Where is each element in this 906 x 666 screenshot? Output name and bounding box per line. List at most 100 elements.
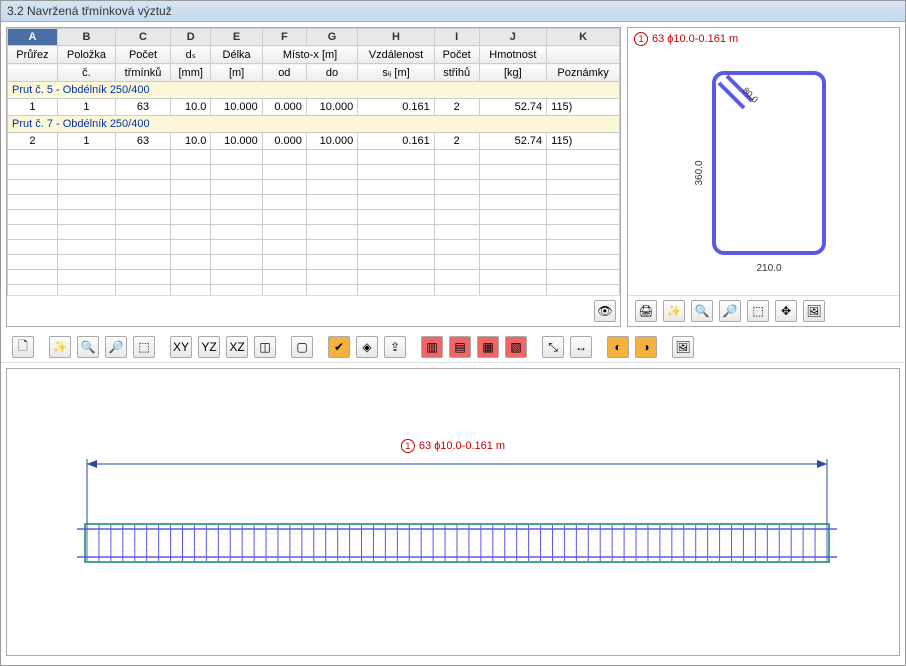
- cell[interactable]: 10.000: [306, 99, 357, 116]
- col-letter[interactable]: K: [547, 29, 620, 46]
- col-header: Položka: [57, 46, 115, 64]
- cell[interactable]: 0.161: [358, 133, 434, 150]
- cell[interactable]: 2: [434, 133, 479, 150]
- select-icon[interactable]: ⬚: [747, 300, 769, 322]
- main-toolbar: 🗋 ✨ 🔍 🔎 ⬚ XY YZ XZ ◫ ▢ ✔ ◈ ⇪ ▥ ▤ ▦ ▧ ⤡ ↔…: [1, 332, 905, 363]
- section-label: 1 63 ɸ10.0-0.161 m: [628, 28, 899, 50]
- table-row[interactable]: 116310.010.0000.00010.0000.161252.74115): [8, 99, 620, 116]
- table-row: [8, 180, 620, 195]
- col-subheader: č.: [57, 64, 115, 82]
- tb-cube-icon[interactable]: ◫: [254, 336, 276, 358]
- table-row: [8, 150, 620, 165]
- cell[interactable]: 63: [115, 99, 170, 116]
- cell[interactable]: 1: [57, 133, 115, 150]
- section-number: 1: [634, 32, 648, 46]
- col-subheader: Poznámky: [547, 64, 620, 82]
- cell[interactable]: 2: [8, 133, 58, 150]
- section-text: 63 ɸ10.0-0.161 m: [652, 33, 738, 45]
- cell[interactable]: 1: [8, 99, 58, 116]
- cell[interactable]: 10.000: [211, 133, 262, 150]
- table-row: [8, 210, 620, 225]
- tb-yz-icon[interactable]: YZ: [198, 336, 220, 358]
- col-letter[interactable]: C: [115, 29, 170, 46]
- col-header: [547, 46, 620, 64]
- col-header: Místo-x [m]: [262, 46, 357, 64]
- cell[interactable]: 2: [434, 99, 479, 116]
- col-letter[interactable]: J: [479, 29, 547, 46]
- tb-xz-icon[interactable]: XZ: [226, 336, 248, 358]
- tb-c3-icon[interactable]: ▦: [477, 336, 499, 358]
- tb-box-icon[interactable]: ▢: [291, 336, 313, 358]
- tb-wand-icon[interactable]: ✨: [49, 336, 71, 358]
- cell[interactable]: 63: [115, 133, 170, 150]
- arrows-icon[interactable]: ✥: [775, 300, 797, 322]
- cell[interactable]: 10.000: [211, 99, 262, 116]
- table-row[interactable]: 216310.010.0000.00010.0000.161252.74115): [8, 133, 620, 150]
- col-letter[interactable]: A: [8, 29, 58, 46]
- tb-c2-icon[interactable]: ▤: [449, 336, 471, 358]
- tb-img-icon[interactable]: 🖼: [672, 336, 694, 358]
- pic-icon[interactable]: 🖼: [803, 300, 825, 322]
- col-subheader: [mm]: [171, 64, 211, 82]
- table-row: [8, 255, 620, 270]
- col-subheader: do: [306, 64, 357, 82]
- col-letter[interactable]: D: [171, 29, 211, 46]
- col-subheader: [8, 64, 58, 82]
- print-icon[interactable]: 🖨: [635, 300, 657, 322]
- col-letter[interactable]: I: [434, 29, 479, 46]
- cell[interactable]: 10.0: [171, 99, 211, 116]
- stirrup-table[interactable]: ABCDEFGHIJKPrůřezPoložkaPočetdₛDélkaMíst…: [7, 28, 620, 295]
- group-header: Prut č. 5 - Obdélník 250/400: [8, 82, 620, 99]
- tb-check-icon[interactable]: ✔: [328, 336, 350, 358]
- tb-new-icon[interactable]: 🗋: [12, 336, 34, 358]
- col-header: Průřez: [8, 46, 58, 64]
- tb-c1-icon[interactable]: ▥: [421, 336, 443, 358]
- tb-export-icon[interactable]: ⇪: [384, 336, 406, 358]
- tb-dim-icon[interactable]: ↔: [570, 336, 592, 358]
- eye-icon[interactable]: 👁: [594, 300, 616, 322]
- cell[interactable]: 52.74: [479, 133, 547, 150]
- tb-c4-icon[interactable]: ▧: [505, 336, 527, 358]
- search-icon[interactable]: 🔍: [691, 300, 713, 322]
- cell[interactable]: 115): [547, 99, 620, 116]
- data-table-pane: ABCDEFGHIJKPrůřezPoložkaPočetdₛDélkaMíst…: [6, 27, 621, 327]
- table-row: [8, 285, 620, 296]
- tb-zoom-icon[interactable]: 🔎: [105, 336, 127, 358]
- col-header: Hmotnost: [479, 46, 547, 64]
- col-letter[interactable]: F: [262, 29, 306, 46]
- col-letter[interactable]: G: [306, 29, 357, 46]
- cell[interactable]: 10.0: [171, 133, 211, 150]
- beam-number: 1: [401, 439, 415, 453]
- cell[interactable]: 10.000: [306, 133, 357, 150]
- beam-view-pane: 1 63 ɸ10.0-0.161 m: [6, 368, 900, 656]
- zoomout-icon[interactable]: 🔎: [719, 300, 741, 322]
- col-letter[interactable]: E: [211, 29, 262, 46]
- tb-region-icon[interactable]: ⬚: [133, 336, 155, 358]
- cell[interactable]: 1: [57, 99, 115, 116]
- cell[interactable]: 115): [547, 133, 620, 150]
- col-subheader: třmínků: [115, 64, 170, 82]
- cell[interactable]: 52.74: [479, 99, 547, 116]
- wand-icon[interactable]: ✨: [663, 300, 685, 322]
- cell[interactable]: 0.000: [262, 99, 306, 116]
- cell[interactable]: 0.000: [262, 133, 306, 150]
- table-row: [8, 240, 620, 255]
- tb-layer-icon[interactable]: ◈: [356, 336, 378, 358]
- col-subheader: od: [262, 64, 306, 82]
- col-letter[interactable]: B: [57, 29, 115, 46]
- tb-s2-icon[interactable]: ◑: [635, 336, 657, 358]
- col-header: Počet: [115, 46, 170, 64]
- col-header: Počet: [434, 46, 479, 64]
- cell[interactable]: 0.161: [358, 99, 434, 116]
- window-title: 3.2 Navržená třmínková výztuž: [1, 1, 905, 22]
- cross-section-svg: 80.0 360.0 210.0: [664, 63, 864, 283]
- tb-find-icon[interactable]: 🔍: [77, 336, 99, 358]
- tb-xy-icon[interactable]: XY: [170, 336, 192, 358]
- tb-axis-icon[interactable]: ⤡: [542, 336, 564, 358]
- width-dim: 210.0: [756, 263, 781, 274]
- hook-dim: 80.0: [740, 85, 759, 104]
- tb-s1-icon[interactable]: ◐: [607, 336, 629, 358]
- col-letter[interactable]: H: [358, 29, 434, 46]
- col-subheader: sₗᵢ [m]: [358, 64, 434, 82]
- height-dim: 360.0: [694, 160, 705, 185]
